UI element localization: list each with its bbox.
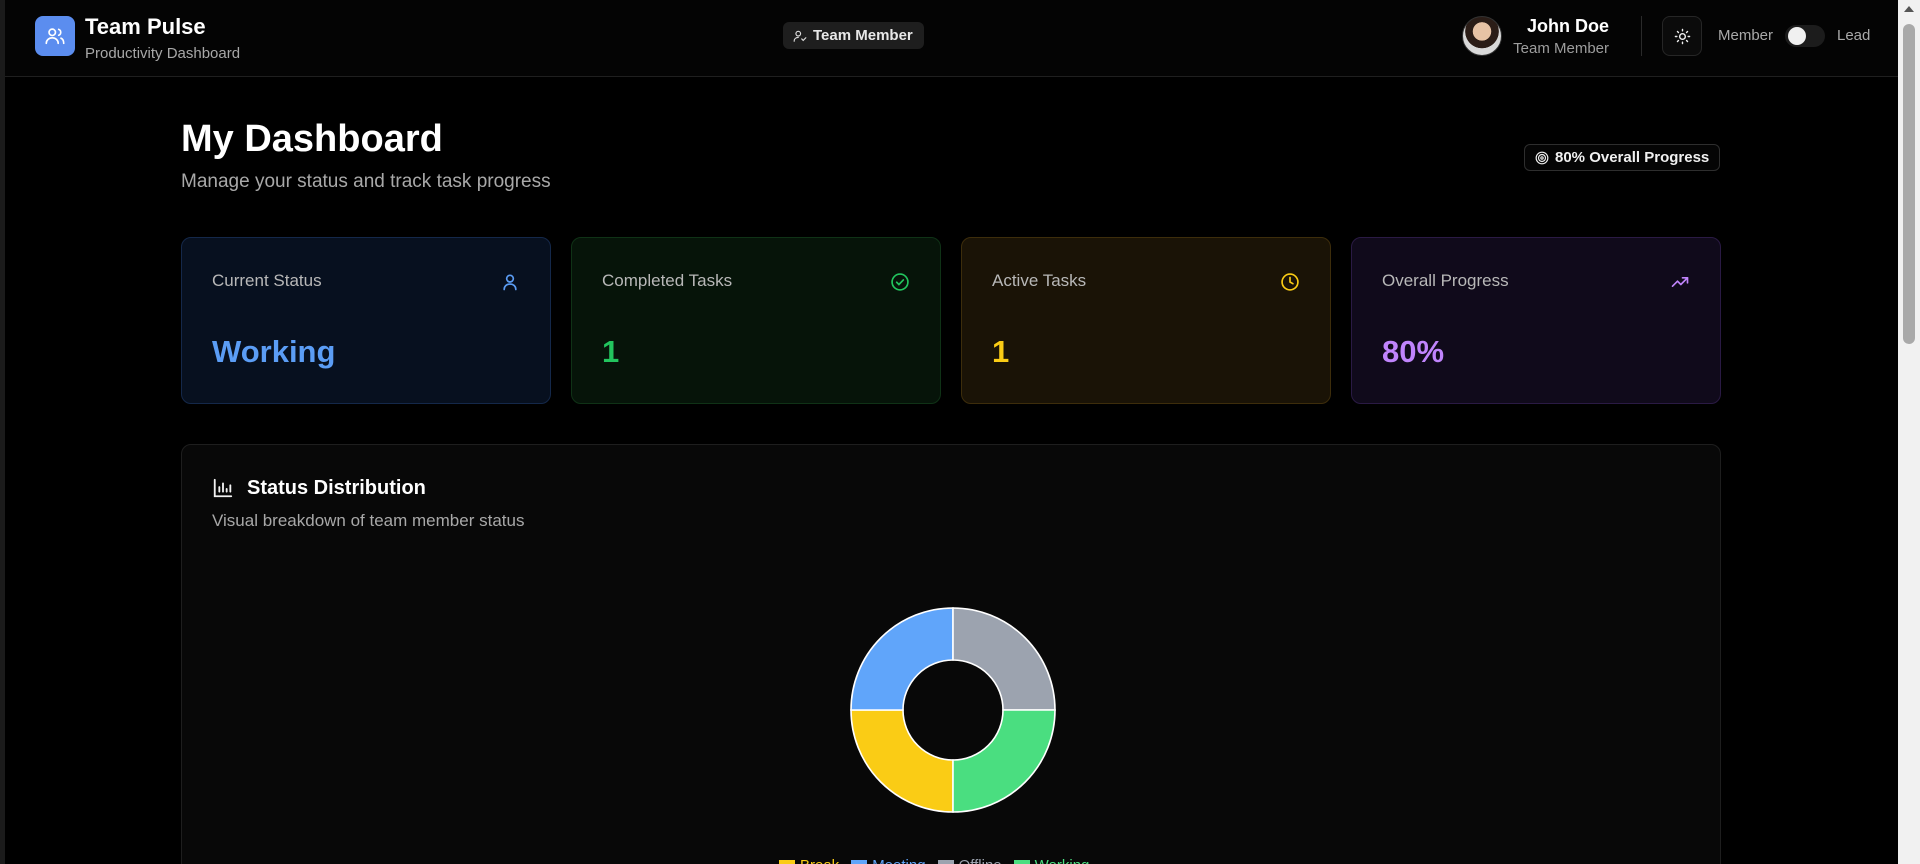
overall-progress-badge: 80% Overall Progress	[1524, 144, 1721, 171]
app-title: Team Pulse	[85, 14, 206, 39]
donut-slice-offline[interactable]	[952, 607, 1056, 711]
chart-legend: Break Meeting Offline Working	[779, 857, 1089, 864]
legend-label: Offline	[959, 857, 1002, 864]
user-icon	[503, 274, 517, 291]
stat-card-current-status: Current Status Working	[181, 237, 551, 404]
legend-item-break[interactable]: Break	[779, 857, 839, 864]
header-divider	[1641, 16, 1642, 56]
stat-value: 1	[602, 334, 620, 369]
legend-swatch	[937, 860, 954, 864]
legend-label: Working	[1035, 857, 1090, 864]
donut-slice-meeting[interactable]	[850, 607, 954, 711]
legend-swatch	[779, 860, 795, 864]
scrollbar-thumb[interactable]	[1903, 24, 1915, 344]
users-logo-icon	[35, 16, 75, 56]
role-badge-label: Team Member	[813, 27, 913, 44]
scrollbar[interactable]	[1898, 0, 1920, 864]
top-header: Team Pulse Productivity Dashboard Team M…	[5, 0, 1898, 77]
trending-up-icon	[1671, 277, 1689, 287]
legend-item-offline[interactable]: Offline	[937, 857, 1002, 864]
legend-swatch	[1013, 860, 1030, 864]
mode-member-label: Member	[1718, 27, 1774, 44]
stat-value: 80%	[1382, 334, 1445, 369]
legend-label: Break	[800, 857, 839, 864]
status-donut-chart	[850, 607, 1056, 813]
legend-swatch	[851, 860, 868, 864]
progress-badge-label: 80% Overall Progress	[1555, 149, 1710, 166]
scroll-up-arrow-icon[interactable]	[1904, 6, 1914, 12]
target-icon	[1535, 151, 1549, 164]
toggle-knob	[1788, 27, 1806, 45]
stat-label: Completed Tasks	[602, 271, 733, 290]
legend-item-meeting[interactable]: Meeting	[851, 857, 926, 864]
bar-chart-icon	[213, 478, 233, 498]
legend-label: Meeting	[872, 857, 925, 864]
stat-label: Overall Progress	[1382, 271, 1509, 290]
role-badge: Team Member	[783, 22, 924, 49]
avatar[interactable]	[1462, 16, 1502, 56]
clock-icon	[1281, 273, 1299, 291]
user-check-icon	[793, 30, 807, 42]
user-role: Team Member	[1513, 40, 1609, 57]
stat-card-overall-progress: Overall Progress 80%	[1351, 237, 1721, 404]
sun-icon	[1674, 28, 1690, 44]
donut-slice-working[interactable]	[952, 709, 1056, 813]
app-subtitle: Productivity Dashboard	[85, 45, 241, 62]
window-edge	[0, 0, 5, 864]
stat-label: Active Tasks	[992, 271, 1087, 290]
role-mode-toggle[interactable]	[1785, 25, 1825, 47]
user-name: John Doe	[1526, 16, 1609, 36]
stat-value: Working	[212, 334, 336, 369]
mode-lead-label: Lead	[1837, 27, 1871, 44]
panel-title: Status Distribution	[247, 477, 426, 499]
theme-toggle-button[interactable]	[1662, 16, 1702, 56]
status-distribution-panel: Status Distribution Visual breakdown of …	[181, 444, 1721, 864]
page-subtitle: Manage your status and track task progre…	[181, 171, 551, 192]
stat-label: Current Status	[212, 271, 322, 290]
stat-value: 1	[992, 334, 1010, 369]
stat-card-active-tasks: Active Tasks 1	[961, 237, 1331, 404]
panel-subtitle: Visual breakdown of team member status	[212, 511, 525, 530]
legend-item-working[interactable]: Working	[1013, 857, 1090, 864]
stat-card-completed-tasks: Completed Tasks 1	[571, 237, 941, 404]
page-title: My Dashboard	[181, 118, 443, 160]
check-circle-icon	[891, 273, 909, 291]
donut-slice-break[interactable]	[850, 709, 954, 813]
